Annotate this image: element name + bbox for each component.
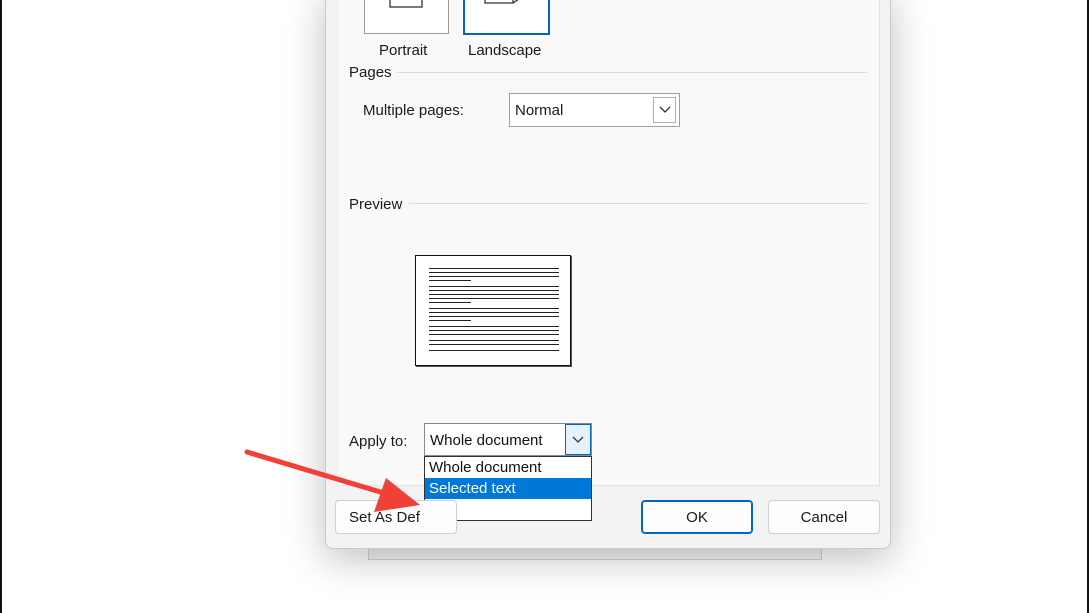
annotation-arrow-icon [244,449,420,512]
